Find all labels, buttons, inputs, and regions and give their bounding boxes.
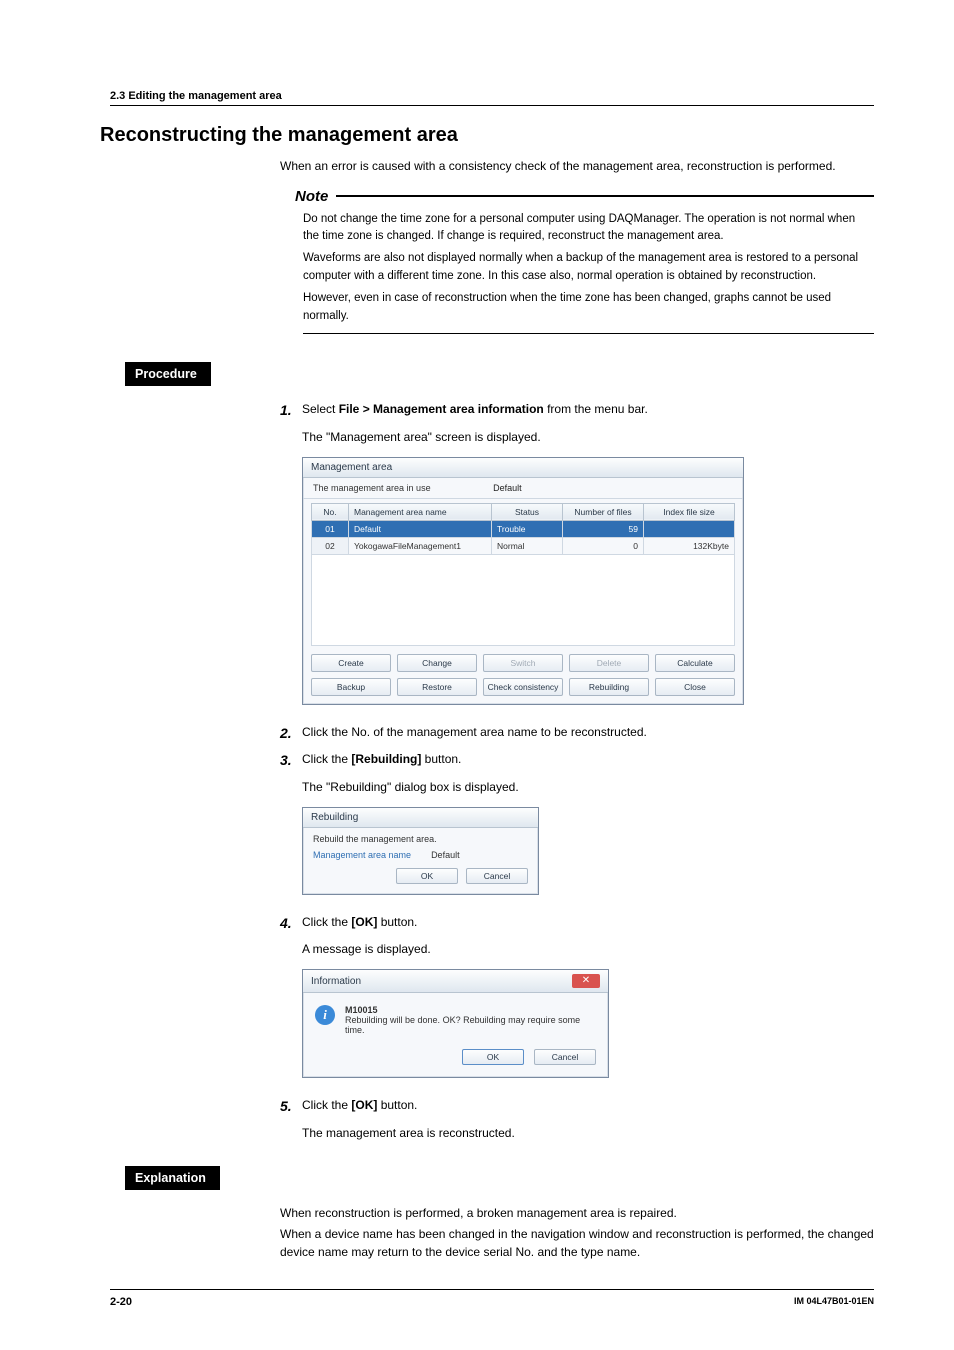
step4-post: button. bbox=[377, 915, 417, 929]
step5-post: button. bbox=[377, 1098, 417, 1112]
step4-sub: A message is displayed. bbox=[302, 940, 874, 959]
step1-bold: File > Management area information bbox=[339, 402, 544, 416]
step-1: 1. Select File > Management area informa… bbox=[280, 400, 874, 422]
step3-sub: The "Rebuilding" dialog box is displayed… bbox=[302, 778, 874, 797]
page-footer: 2-20 IM 04L47B01-01EN bbox=[110, 1289, 874, 1308]
explanation-p2: When a device name has been changed in t… bbox=[280, 1225, 874, 1262]
note-p2: Waveforms are also not displayed normall… bbox=[303, 250, 874, 286]
step1-post: from the menu bar. bbox=[544, 402, 648, 416]
step-3: 3. Click the [Rebuilding] button. bbox=[280, 750, 874, 772]
info-title: Information bbox=[311, 976, 361, 987]
info-code: M10015 bbox=[345, 1005, 596, 1015]
backup-button[interactable]: Backup bbox=[311, 678, 391, 696]
procedure-tag: Procedure bbox=[125, 362, 211, 386]
mg-table: No. Management area name Status Number o… bbox=[311, 503, 735, 555]
step3-pre: Click the bbox=[302, 752, 351, 766]
explanation-p1: When reconstruction is performed, a brok… bbox=[280, 1204, 874, 1223]
mg-inuse-label: The management area in use bbox=[313, 483, 431, 493]
cell-idx bbox=[644, 520, 735, 537]
cell-status: Normal bbox=[492, 537, 563, 554]
delete-button[interactable]: Delete bbox=[569, 654, 649, 672]
rb-label: Rebuild the management area. bbox=[313, 834, 528, 844]
step4-pre: Click the bbox=[302, 915, 351, 929]
ok-button[interactable]: OK bbox=[462, 1049, 524, 1065]
note-label: Note bbox=[295, 188, 328, 205]
info-message: Rebuilding will be done. OK? Rebuilding … bbox=[345, 1015, 596, 1035]
mg-empty-area bbox=[311, 555, 735, 646]
step5-bold: [OK] bbox=[351, 1098, 377, 1112]
step-num: 5. bbox=[280, 1096, 302, 1118]
doc-id: IM 04L47B01-01EN bbox=[794, 1296, 874, 1308]
step-num: 1. bbox=[280, 400, 302, 422]
page-title: Reconstructing the management area bbox=[100, 124, 874, 147]
restore-button[interactable]: Restore bbox=[397, 678, 477, 696]
management-area-screenshot: Management area The management area in u… bbox=[302, 457, 744, 705]
step5-sub: The management area is reconstructed. bbox=[302, 1124, 874, 1143]
step-num: 3. bbox=[280, 750, 302, 772]
mg-inuse-row: The management area in use Default bbox=[303, 478, 743, 499]
step-num: 2. bbox=[280, 723, 302, 745]
page-number: 2-20 bbox=[110, 1296, 132, 1308]
step3-post: button. bbox=[421, 752, 461, 766]
rb-name-key: Management area name bbox=[313, 850, 411, 860]
cell-name: YokogawaFileManagement1 bbox=[349, 537, 492, 554]
col-name[interactable]: Management area name bbox=[349, 503, 492, 520]
cancel-button[interactable]: Cancel bbox=[466, 868, 528, 884]
rebuilding-dialog: Rebuilding Rebuild the management area. … bbox=[302, 807, 539, 895]
cell-no: 02 bbox=[312, 537, 349, 554]
step1-sub: The "Management area" screen is displaye… bbox=[302, 428, 874, 447]
information-dialog: Information ✕ i M10015 Rebuilding will b… bbox=[302, 969, 609, 1078]
step-num: 4. bbox=[280, 913, 302, 935]
table-row[interactable]: 02 YokogawaFileManagement1 Normal 0 132K… bbox=[312, 537, 735, 554]
note-p1: Do not change the time zone for a person… bbox=[303, 211, 874, 247]
col-nfiles[interactable]: Number of files bbox=[563, 503, 644, 520]
switch-button[interactable]: Switch bbox=[483, 654, 563, 672]
mg-inuse-value: Default bbox=[493, 483, 522, 493]
create-button[interactable]: Create bbox=[311, 654, 391, 672]
calculate-button[interactable]: Calculate bbox=[655, 654, 735, 672]
cell-no: 01 bbox=[312, 520, 349, 537]
note-rule bbox=[336, 195, 874, 197]
step-5: 5. Click the [OK] button. bbox=[280, 1096, 874, 1118]
col-no[interactable]: No. bbox=[312, 503, 349, 520]
check-consistency-button[interactable]: Check consistency bbox=[483, 678, 563, 696]
close-icon[interactable]: ✕ bbox=[572, 974, 600, 988]
rebuilding-button[interactable]: Rebuilding bbox=[569, 678, 649, 696]
rb-titlebar: Rebuilding bbox=[303, 808, 538, 828]
cell-nfiles: 59 bbox=[563, 520, 644, 537]
step5-pre: Click the bbox=[302, 1098, 351, 1112]
explanation-tag: Explanation bbox=[125, 1166, 220, 1190]
cell-name: Default bbox=[349, 520, 492, 537]
table-row[interactable]: 01 Default Trouble 59 bbox=[312, 520, 735, 537]
step4-bold: [OK] bbox=[351, 915, 377, 929]
change-button[interactable]: Change bbox=[397, 654, 477, 672]
mg-titlebar: Management area bbox=[303, 458, 743, 478]
cancel-button[interactable]: Cancel bbox=[534, 1049, 596, 1065]
step-2: 2. Click the No. of the management area … bbox=[280, 723, 874, 745]
step2-text: Click the No. of the management area nam… bbox=[302, 723, 874, 745]
note-block: Note Do not change the time zone for a p… bbox=[295, 188, 874, 335]
ok-button[interactable]: OK bbox=[396, 868, 458, 884]
col-status[interactable]: Status bbox=[492, 503, 563, 520]
col-idx[interactable]: Index file size bbox=[644, 503, 735, 520]
section-header: 2.3 Editing the management area bbox=[110, 90, 874, 106]
rb-name-value: Default bbox=[431, 850, 460, 860]
step-4: 4. Click the [OK] button. bbox=[280, 913, 874, 935]
intro-text: When an error is caused with a consisten… bbox=[280, 157, 874, 176]
cell-status: Trouble bbox=[492, 520, 563, 537]
close-button[interactable]: Close bbox=[655, 678, 735, 696]
step1-pre: Select bbox=[302, 402, 339, 416]
cell-idx: 132Kbyte bbox=[644, 537, 735, 554]
cell-nfiles: 0 bbox=[563, 537, 644, 554]
info-icon: i bbox=[315, 1005, 335, 1025]
step3-bold: [Rebuilding] bbox=[351, 752, 421, 766]
note-p3: However, even in case of reconstruction … bbox=[303, 290, 874, 326]
